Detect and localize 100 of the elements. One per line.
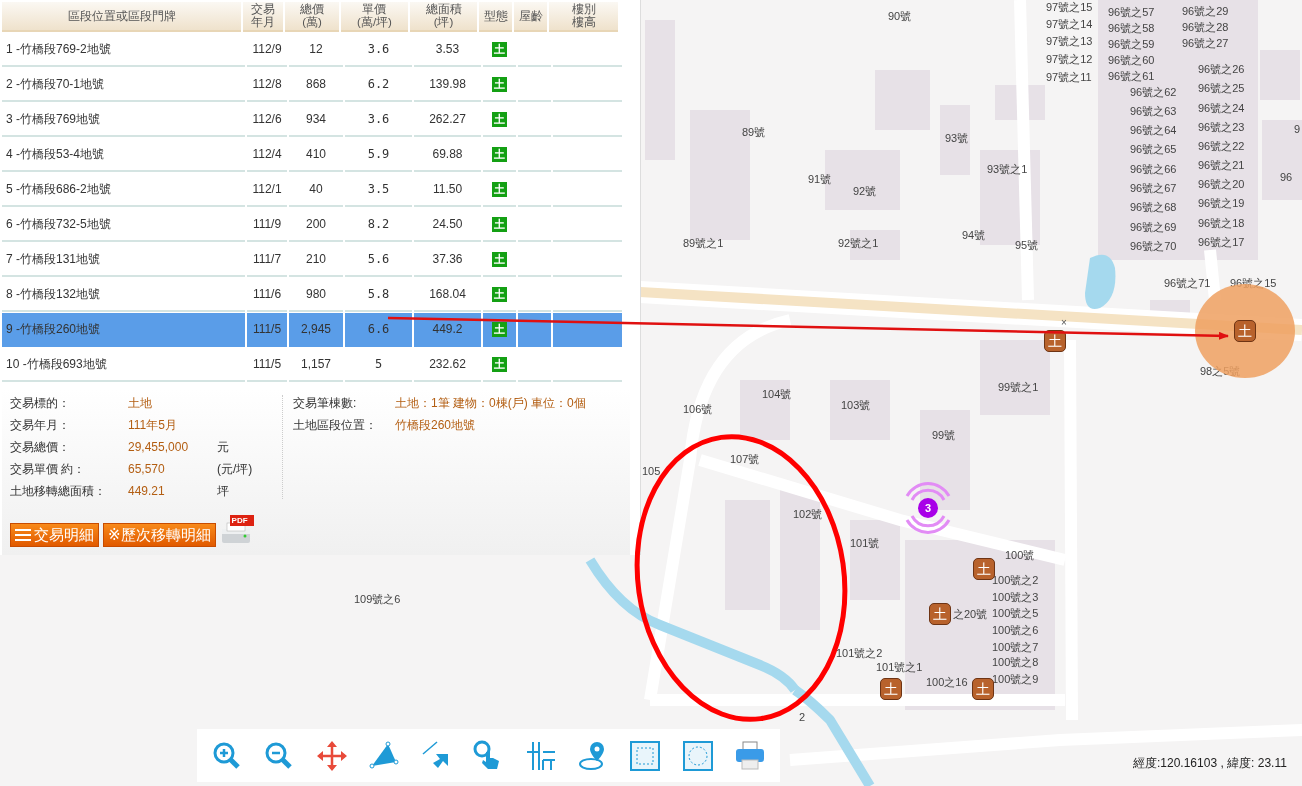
type-badge: 土 — [492, 76, 507, 92]
table-cell: 3.6 — [367, 42, 390, 56]
table-cell: 3 -竹橋段769地號 — [6, 110, 101, 128]
table-cell: 2,945 — [301, 322, 331, 336]
table-cell: 4 -竹橋段53-4地號 — [6, 145, 105, 163]
column-header: 樓別 樓高 — [549, 2, 618, 32]
table-row[interactable]: 2 -竹橋段70-1地號 112/8 868 6.2 139.98 土 — [2, 68, 640, 102]
address-label: 2 — [799, 711, 806, 724]
address-label: 100號之7 — [992, 641, 1039, 654]
table-cell: 111/7 — [252, 252, 282, 266]
address-label: 96號之58 — [1108, 22, 1155, 35]
land-marker[interactable]: 土 — [929, 603, 951, 625]
address-label: 92號之1 — [838, 237, 879, 250]
address-label: 100號之8 — [992, 656, 1039, 669]
table-row[interactable]: 10 -竹橋段693地號 111/5 1,157 5 232.62 土 — [2, 348, 640, 382]
address-label: 103號 — [841, 399, 871, 412]
address-label: 96號之29 — [1182, 5, 1229, 18]
column-header: 屋齡 — [514, 2, 547, 32]
address-label: 92號 — [853, 185, 877, 198]
address-label: 101號之2 — [836, 647, 883, 660]
address-label: 96號之21 — [1198, 159, 1245, 172]
column-header: 單價 (萬/坪) — [341, 2, 408, 32]
details-button[interactable]: 交易明細 — [10, 523, 99, 547]
address-label: 96號之60 — [1108, 54, 1155, 67]
table-row[interactable]: 1 -竹橋段769-2地號 112/9 12 3.6 3.53 土 — [2, 33, 640, 67]
address-label: 97號之12 — [1046, 53, 1093, 66]
type-badge: 土 — [492, 181, 507, 197]
address-label: 96號之20 — [1198, 178, 1245, 191]
address-label: 91號 — [808, 173, 832, 186]
type-badge: 土 — [492, 41, 507, 57]
table-cell: 5 -竹橋段686-2地號 — [6, 180, 111, 198]
table-cell: 1 -竹橋段769-2地號 — [6, 40, 111, 58]
square-frame-icon[interactable] — [629, 739, 662, 772]
coordinates-readout: 經度:120.16103 , 緯度: 23.11 — [1133, 755, 1287, 772]
address-label: 97號之13 — [1046, 35, 1093, 48]
table-cell: 10 -竹橋段693地號 — [6, 355, 107, 373]
column-header: 總面積 (坪) — [410, 2, 477, 32]
type-badge: 土 — [492, 111, 507, 127]
table-cell: 2 -竹橋段70-1地號 — [6, 75, 105, 93]
table-cell: 69.88 — [432, 147, 463, 161]
building — [740, 380, 790, 440]
land-marker[interactable]: 土 — [972, 678, 994, 700]
address-label: 100號之3 — [992, 591, 1039, 604]
table-cell: 111/5 — [252, 357, 282, 371]
unit-label: 坪 — [217, 482, 229, 500]
type-badge: 土 — [492, 216, 507, 232]
address-label: 96號之59 — [1108, 38, 1155, 51]
table-cell: 5.8 — [367, 287, 390, 301]
address-label: 94號 — [962, 229, 986, 242]
address-label: 96號之71 — [1164, 277, 1211, 290]
field-label: 土地移轉總面積： — [10, 482, 107, 500]
triangle-area-icon[interactable] — [367, 739, 400, 772]
table-cell: 139.98 — [429, 77, 466, 91]
table-cell: 24.50 — [432, 217, 463, 231]
table-row[interactable]: 8 -竹橋段132地號 111/6 980 5.8 168.04 土 — [2, 278, 640, 312]
address-label: 97號之14 — [1046, 18, 1093, 31]
address-label: 96號之17 — [1198, 236, 1245, 249]
field-label: 交易總價： — [10, 438, 71, 456]
table-row[interactable]: 4 -竹橋段53-4地號 112/4 410 5.9 69.88 土 — [2, 138, 640, 172]
address-label: 96號之24 — [1198, 102, 1245, 115]
table-cell: 112/8 — [252, 77, 282, 91]
field-value: 111年5月 — [128, 416, 178, 434]
address-label: 9 — [1294, 123, 1301, 136]
table-cell: 868 — [306, 77, 326, 91]
address-label: 100號之9 — [992, 673, 1039, 686]
address-label: 96號之23 — [1198, 121, 1245, 134]
address-label: 107號 — [730, 453, 760, 466]
move-arrows-icon[interactable] — [315, 739, 348, 772]
column-header: 區段位置或區段門牌 — [2, 2, 241, 32]
history-button[interactable]: ※歷次移轉明細 — [103, 523, 216, 547]
table-cell: 934 — [306, 112, 326, 126]
grid-lines-icon[interactable] — [524, 739, 557, 772]
address-label: 96號之62 — [1130, 86, 1177, 99]
table-row[interactable]: 9 -竹橋段260地號 111/5 2,945 6.6 449.2 土 — [2, 313, 640, 347]
table-cell: 111/5 — [252, 322, 282, 336]
table-row[interactable]: 6 -竹橋段732-5地號 111/9 200 8.2 24.50 土 — [2, 208, 640, 242]
land-marker[interactable]: 土 — [973, 558, 995, 580]
type-badge: 土 — [492, 251, 507, 267]
address-label: 96號之63 — [1130, 105, 1177, 118]
field-value: 65,570 — [128, 462, 166, 476]
table-cell: 111/9 — [252, 217, 282, 231]
land-marker[interactable]: 土 — [880, 678, 902, 700]
address-label: 96號之19 — [1198, 197, 1245, 210]
address-label: 105 — [642, 465, 661, 478]
table-cell: 37.36 — [432, 252, 463, 266]
table-row[interactable]: 7 -竹橋段131地號 111/7 210 5.6 37.36 土 — [2, 243, 640, 277]
field-label: 交易單價 約： — [10, 460, 87, 478]
address-label: 96號之25 — [1198, 82, 1245, 95]
land-marker[interactable]: 土 — [1234, 320, 1256, 342]
table-row[interactable]: 3 -竹橋段769地號 112/6 934 3.6 262.27 土 — [2, 103, 640, 137]
circle-frame-icon[interactable] — [681, 739, 714, 772]
table-cell: 5.6 — [367, 252, 390, 266]
close-mark[interactable]: × — [1061, 318, 1067, 328]
printer-icon[interactable] — [733, 739, 766, 772]
table-row[interactable]: 5 -竹橋段686-2地號 112/1 40 3.5 11.50 土 — [2, 173, 640, 207]
address-label: 97號之11 — [1046, 71, 1092, 84]
table-cell: 11.50 — [432, 182, 463, 196]
field-value: 竹橋段260地號 — [395, 416, 476, 434]
address-label: 96號之68 — [1130, 201, 1177, 214]
table-cell: 8.2 — [367, 217, 390, 231]
